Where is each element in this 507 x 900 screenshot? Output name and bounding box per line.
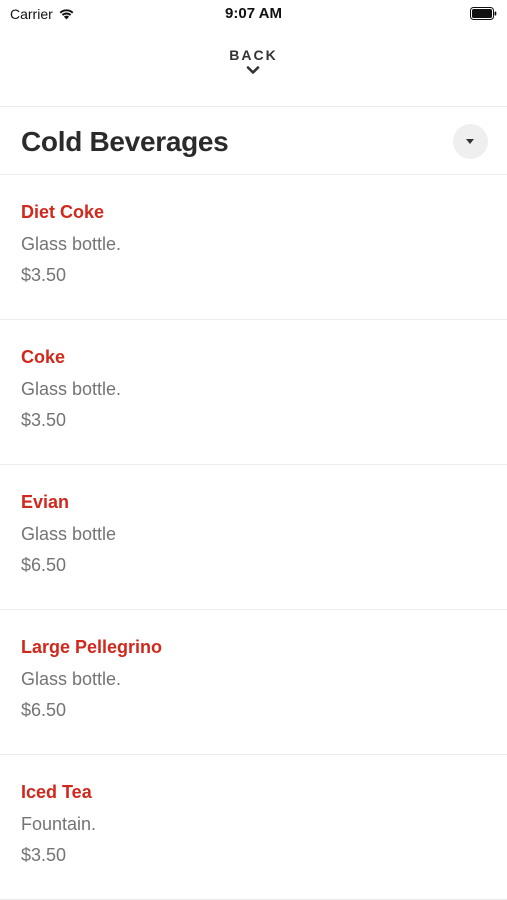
status-time: 9:07 AM — [225, 5, 282, 22]
chevron-down-icon — [247, 66, 260, 74]
item-name: Evian — [21, 492, 70, 512]
back-label: BACK — [229, 47, 278, 63]
menu-item[interactable]: Large Pellegrino Glass bottle. $6.50 — [0, 610, 507, 755]
header-divider — [0, 106, 507, 107]
item-price: $3.50 — [21, 410, 67, 430]
menu-screen: Carrier 9:07 AM BACK Cold Beverages Diet… — [0, 0, 507, 900]
item-price: $6.50 — [21, 700, 67, 720]
back-header: BACK — [0, 40, 507, 106]
item-description: Glass bottle — [21, 524, 117, 544]
menu-item[interactable]: Coke Glass bottle. $3.50 — [0, 320, 507, 465]
section-collapse-button[interactable] — [453, 124, 488, 159]
section-title: Cold Beverages — [21, 126, 229, 157]
item-price: $3.50 — [21, 845, 67, 865]
item-description: Fountain. — [21, 814, 97, 834]
item-description: Glass bottle. — [21, 379, 122, 399]
menu-item-list: Diet Coke Glass bottle. $3.50 Coke Glass… — [0, 175, 507, 900]
item-description: Glass bottle. — [21, 669, 122, 689]
item-name: Coke — [21, 347, 66, 367]
item-name: Iced Tea — [21, 782, 92, 802]
item-price: $3.50 — [21, 265, 67, 285]
item-price: $6.50 — [21, 555, 67, 575]
menu-item[interactable]: Iced Tea Fountain. $3.50 — [0, 755, 507, 900]
back-button[interactable]: BACK — [215, 40, 291, 75]
caret-down-icon — [466, 139, 474, 144]
battery-icon — [470, 7, 497, 20]
menu-item[interactable]: Evian Glass bottle $6.50 — [0, 465, 507, 610]
menu-item[interactable]: Diet Coke Glass bottle. $3.50 — [0, 175, 507, 320]
item-description: Glass bottle. — [21, 234, 122, 254]
item-name: Large Pellegrino — [21, 637, 163, 657]
item-name: Diet Coke — [21, 202, 105, 222]
status-bar: Carrier 9:07 AM — [0, 0, 507, 28]
section-header: Cold Beverages — [0, 108, 507, 174]
